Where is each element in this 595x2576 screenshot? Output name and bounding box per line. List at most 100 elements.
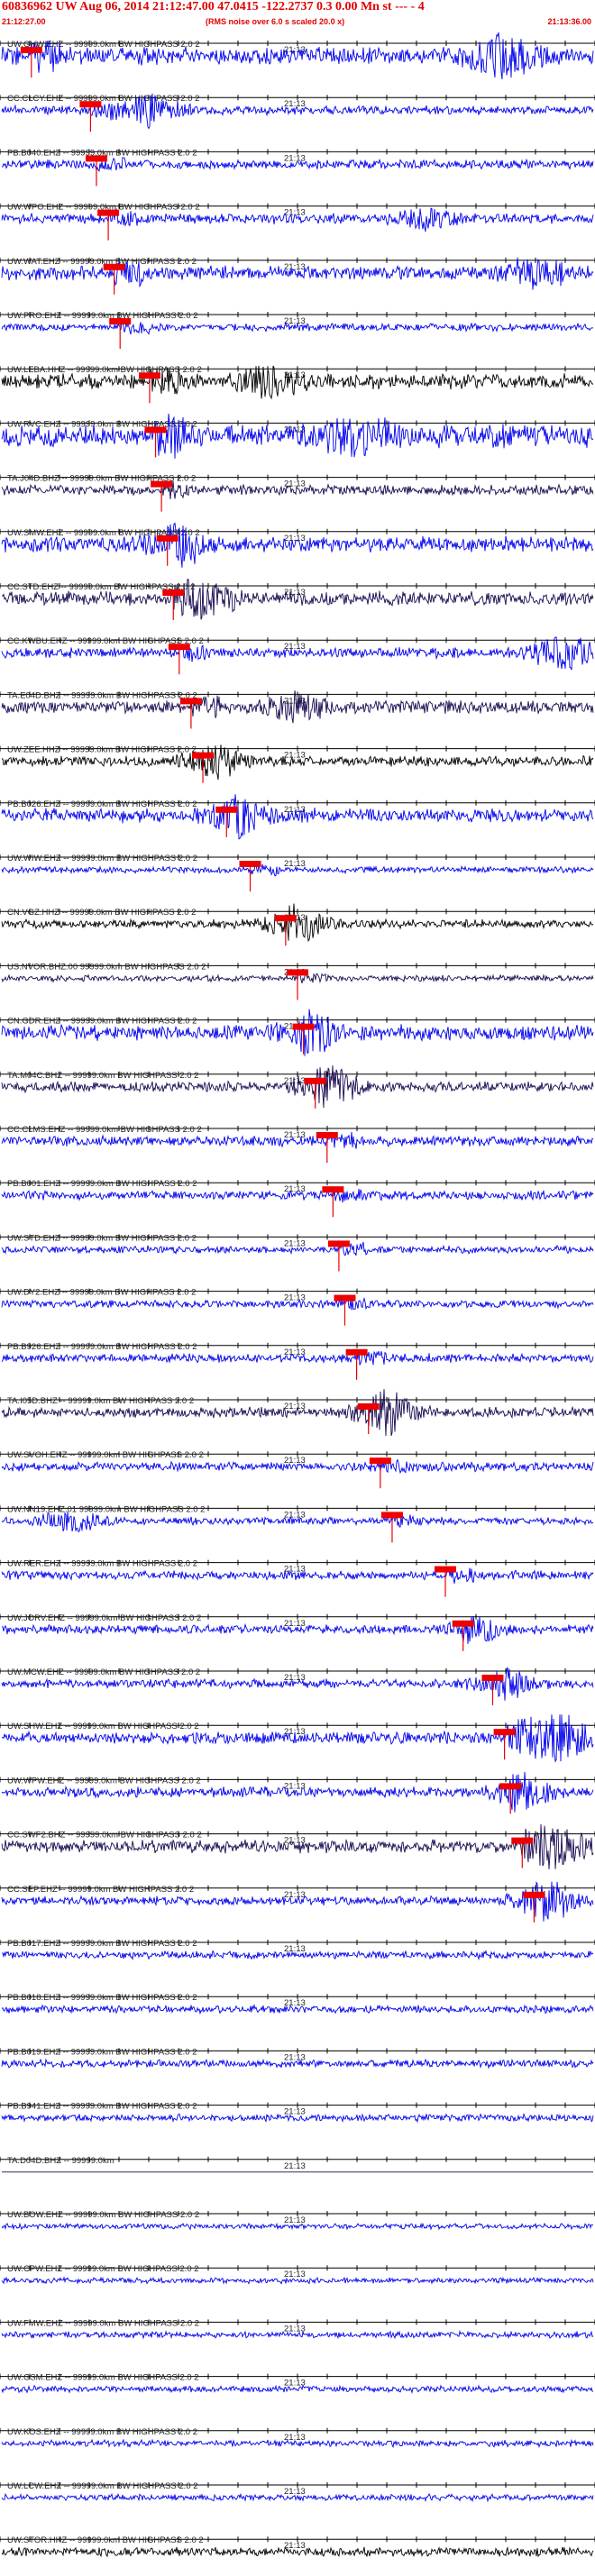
- trace-channel: 21:13 UW.JORV.EHZ -- 99999.0km BW HIGHPAS…: [0, 1613, 595, 1651]
- channel-label: TA.D04D.BHZ -- 99999.0km: [7, 2156, 114, 2166]
- minute-label: 21:13: [284, 1347, 306, 1357]
- trace-channel: 21:13 CC.CLCY.EHZ -- 99999.0km BW HIGHPAS…: [0, 93, 595, 132]
- trace-channel: 21:13 CC.SWF2.BHZ -- 99999.0km BW HIGHPAS…: [0, 1823, 595, 1869]
- trace-channel: 21:13 PB.B926.EHZ -- 99999.0km BW HIGHPAS…: [0, 1342, 595, 1380]
- channel-label: UW.RER.EHZ -- 99999.0km BW HIGHPASS 2.0 …: [7, 1559, 197, 1569]
- trace-channel: 21:13UW.KOS.EHZ -- 99999.0km BW HIGHPASS…: [0, 2427, 595, 2449]
- end-time: 21:13:36.00: [547, 17, 591, 26]
- channel-label: TA.I05D.BHZ -- 99999.0km BW HIGHPASS 2.0…: [7, 1396, 194, 1406]
- trace-channel: 21:13PB.B001.EHZ -- 99999.0km BW HIGHPAS…: [0, 1179, 595, 1218]
- trace-channel: 21:13 UW.GSM.EHZ -- 99999.0km BW HIGHPASS…: [0, 2373, 595, 2394]
- trace-channel: 21:13UW.LCW.EHZ -- 99999.0km BW HIGHPASS…: [0, 2481, 595, 2503]
- trace-channel: 21:13UW.RVC.EHZ -- 99999.0km BW HIGHPASS…: [0, 413, 595, 459]
- trace-channel: 21:13TA.M04C.BHZ -- 99999.0km BW HIGHPAS…: [0, 1065, 595, 1109]
- channel-label: UW.SVOH.EHZ -- 99999.0km BW HIGHPASS 2.0…: [7, 1450, 204, 1460]
- trace-channel: 21:13UW.RER.EHZ -- 99999.0km BW HIGHPASS…: [0, 1559, 595, 1597]
- trace-channel: 21:13 UW.NN19.EHZ.01 99999.0km BW HIGHPAS…: [0, 1504, 595, 1543]
- minute-label: 21:13: [284, 99, 306, 109]
- trace-channel: 21:13TA.E04D.BHZ -- 99999.0km BW HIGHPAS…: [0, 690, 595, 729]
- channel-label: PB.B926.EHZ -- 99999.0km BW HIGHPASS 2.0…: [7, 1342, 197, 1352]
- start-time: 21:12:27.00: [2, 17, 46, 26]
- channel-label: UW.STD.EHZ -- 99999.0km BW HIGHPASS 2.0 …: [7, 1233, 197, 1243]
- seismogram-traces: 21:13UW.GHW.EHZ -- 99999.0km BW HIGHPASS…: [0, 32, 595, 2558]
- channel-label: CN.VGZ.HHZ -- 99999.0km BW HIGHPASS 2.0 …: [7, 908, 196, 918]
- minute-label: 21:13: [284, 751, 306, 761]
- minute-label: 21:13: [284, 859, 306, 869]
- trace-channel: 21:13 TA.D04D.BHZ -- 99999.0km: [0, 2156, 595, 2173]
- trace-channel: 21:13UW.STOR.HHZ -- 99999.0km BW HIGHPAS…: [0, 2535, 595, 2558]
- trace-channel: 21:13 CC.CLMS.EHZ -- 99999.0km BW HIGHPAS…: [0, 1125, 595, 1163]
- channel-label: PB.B001.EHZ -- 99999.0km BW HIGHPASS 2.0…: [7, 1179, 197, 1189]
- trace-channel: 21:13PB.B018.EHZ -- 99999.0km BW HIGHPAS…: [0, 1993, 595, 2015]
- minute-label: 21:13: [284, 1456, 306, 1466]
- trace-channel: 21:13TA.J04D.BHZ -- 99999.0km BW HIGHPAS…: [0, 474, 595, 512]
- channel-label: UW.FMW.EHZ -- 99999.0km BW HIGHPASS 2.0 …: [7, 2318, 199, 2328]
- channel-label: UW.WAT.EHZ -- 99999.0km BW HIGHPASS 2.0 …: [7, 257, 197, 267]
- minute-label: 21:13: [284, 1130, 306, 1140]
- trace-channel: 21:13UW.BOW.EHZ -- 99999.0km BW HIGHPASS…: [0, 2210, 595, 2231]
- trace-channel: 21:13CN.VGZ.HHZ -- 99999.0km BW HIGHPASS…: [0, 903, 595, 946]
- minute-label: 21:13: [284, 1836, 306, 1846]
- trace-channel: 21:13PB.B040.EHZ -- 99999.0km BW HIGHPAS…: [0, 148, 595, 187]
- noise-scale-note: (RMS noise over 6.0 s scaled 20.0 x): [206, 17, 345, 26]
- trace-channel: 21:13UW.LEBA.HHZ -- 99999.0km BW HIGHPAS…: [0, 365, 595, 404]
- trace-channel: 21:13 PB.B019.EHZ -- 99999.0km BW HIGHPAS…: [0, 2047, 595, 2069]
- channel-label: UW.WPW.EHZ -- 99999.0km BW HIGHPASS 2.0 …: [7, 1776, 201, 1786]
- trace-channel: 21:13UW.SHW.EHZ -- 99999.0km BW HIGHPASS…: [0, 1714, 595, 1763]
- minute-label: 21:13: [284, 2270, 306, 2279]
- channel-label: UW.SHW.EHZ -- 99999.0km BW HIGHPASS 2.0 …: [7, 1722, 199, 1731]
- trace-channel: 21:13PB.B017.EHZ -- 99999.0km BW HIGHPAS…: [0, 1939, 595, 1961]
- trace-channel: 21:13UW.WPW.EHZ -- 99999.0km BW HIGHPASS…: [0, 1771, 595, 1814]
- channel-label: US.NVOR.BHZ.00 99999.0km BW HIGHPASS 2.0…: [7, 962, 206, 972]
- trace-channel: 21:13UW.GHW.EHZ -- 99999.0km BW HIGHPASS…: [0, 32, 595, 80]
- channel-label: UW.ZEE.HHZ -- 99999.0km BW HIGHPASS 2.0 …: [7, 745, 197, 755]
- channel-label: TA.E04D.BHZ -- 99999.0km BW HIGHPASS 2.0…: [7, 690, 197, 700]
- waveform: [1, 2492, 594, 2503]
- channel-label: UW.WIW.EHZ -- 99999.0km BW HIGHPASS 2.0 …: [7, 854, 197, 863]
- trace-channel: 21:13 UW.STD.EHZ -- 99999.0km BW HIGHPASS…: [0, 1233, 595, 1272]
- minute-label: 21:13: [284, 1293, 306, 1303]
- trace-channel: 21:13US.NVOR.BHZ.00 99999.0km BW HIGHPAS…: [0, 962, 595, 1000]
- trace-channel: 21:13 PB.B941.EHZ -- 99999.0km BW HIGHPAS…: [0, 2102, 595, 2124]
- trace-channel: 21:13 CC.SEP.EHZ -- 99999.0km BW HIGHPASS…: [0, 1880, 595, 1923]
- channel-label: CC.SEP.EHZ -- 99999.0km BW HIGHPASS 2.0 …: [7, 1885, 194, 1895]
- minute-label: 21:13: [284, 534, 306, 544]
- trace-channel: 21:13UW.PRO.EHZ -- 99999.0km BW HIGHPASS…: [0, 311, 595, 349]
- minute-label: 21:13: [284, 153, 306, 163]
- channel-label: UW.GSM.EHZ -- 99999.0km BW HIGHPASS 2.0 …: [7, 2373, 199, 2383]
- channel-label: CN.GDR.EHZ -- 99999.0km BW HIGHPASS 2.0 …: [7, 1017, 197, 1027]
- channel-label: UW.NN19.EHZ.01 99999.0km BW HIGHPASS 2.0…: [7, 1504, 205, 1514]
- channel-label: UW.LEBA.HHZ -- 99999.0km BW HIGHPASS 2.0…: [7, 365, 202, 375]
- minute-label: 21:13: [284, 1890, 306, 1900]
- trace-channel: 21:13 UW.CPW.EHZ -- 99999.0km BW HIGHPASS…: [0, 2264, 595, 2285]
- minute-label: 21:13: [284, 1402, 306, 1411]
- trace-channel: 21:13UW.FMW.EHZ -- 99999.0km BW HIGHPASS…: [0, 2318, 595, 2340]
- trace-channel: 21:13UW.MCW.EHZ -- 99999.0km BW HIGHPASS…: [0, 1667, 595, 1705]
- minute-label: 21:13: [284, 2379, 306, 2389]
- trace-channel: 21:13UW.WAT.EHZ -- 99999.0km BW HIGHPASS…: [0, 257, 595, 295]
- trace-channel: 21:13 UW.DY2.EHZ -- 99999.0km BW HIGHPASS…: [0, 1288, 595, 1326]
- channel-label: UW.BOW.EHZ -- 99999.0km BW HIGHPASS 2.0 …: [7, 2210, 199, 2220]
- minute-label: 21:13: [284, 2161, 306, 2171]
- channel-label: UW.DY2.EHZ -- 99999.0km BW HIGHPASS 2.0 …: [7, 1288, 196, 1298]
- minute-label: 21:13: [284, 1619, 306, 1629]
- channel-label: UW.CPW.EHZ -- 99999.0km BW HIGHPASS 2.0 …: [7, 2264, 199, 2274]
- channel-label: CC.CLMS.EHZ -- 99999.0km BW HIGHPASS 2.0…: [7, 1125, 202, 1135]
- channel-label: PB.B026.EHZ -- 99999.0km BW HIGHPASS 2.0…: [7, 799, 197, 809]
- channel-label: CC.CLCY.EHZ -- 99999.0km BW HIGHPASS 2.0…: [7, 94, 199, 104]
- channel-label: PB.B019.EHZ -- 99999.0km BW HIGHPASS 2.0…: [7, 2047, 197, 2057]
- channel-label: CC.SWF2.BHZ -- 99999.0km BW HIGHPASS 2.0…: [7, 1831, 202, 1841]
- channel-label: UW.PRO.EHZ -- 99999.0km BW HIGHPASS 2.0 …: [7, 311, 198, 321]
- trace-channel: 21:13CN.GDR.EHZ -- 99999.0km BW HIGHPASS…: [0, 1009, 595, 1056]
- channel-label: TA.M04C.BHZ -- 99999.0km BW HIGHPASS 2.0…: [7, 1071, 198, 1081]
- channel-label: UW.JORV.EHZ -- 99999.0km BW HIGHPASS 2.0…: [7, 1613, 201, 1623]
- channel-label: UW.STOR.HHZ -- 99999.0km BW HIGHPASS 2.0…: [7, 2535, 204, 2545]
- channel-label: UW.KOS.EHZ -- 99999.0km BW HIGHPASS 2.0 …: [7, 2427, 197, 2437]
- trace-channel: 21:13 TA.I05D.BHZ -- 99999.0km BW HIGHPAS…: [0, 1389, 595, 1437]
- trace-channel: 21:13 UW.SVOH.EHZ -- 99999.0km BW HIGHPAS…: [0, 1450, 595, 1489]
- trace-channel: 21:13 PB.B026.EHZ -- 99999.0km BW HIGHPAS…: [0, 794, 595, 840]
- channel-label: UW.MCW.EHZ -- 99999.0km BW HIGHPASS 2.0 …: [7, 1667, 200, 1677]
- minute-label: 21:13: [284, 1510, 306, 1520]
- event-title: 60836962 UW Aug 06, 2014 21:12:47.00 47.…: [2, 0, 425, 14]
- trace-channel: 21:13UW.SMW.EHZ -- 99999.0km BW HIGHPASS…: [0, 522, 595, 568]
